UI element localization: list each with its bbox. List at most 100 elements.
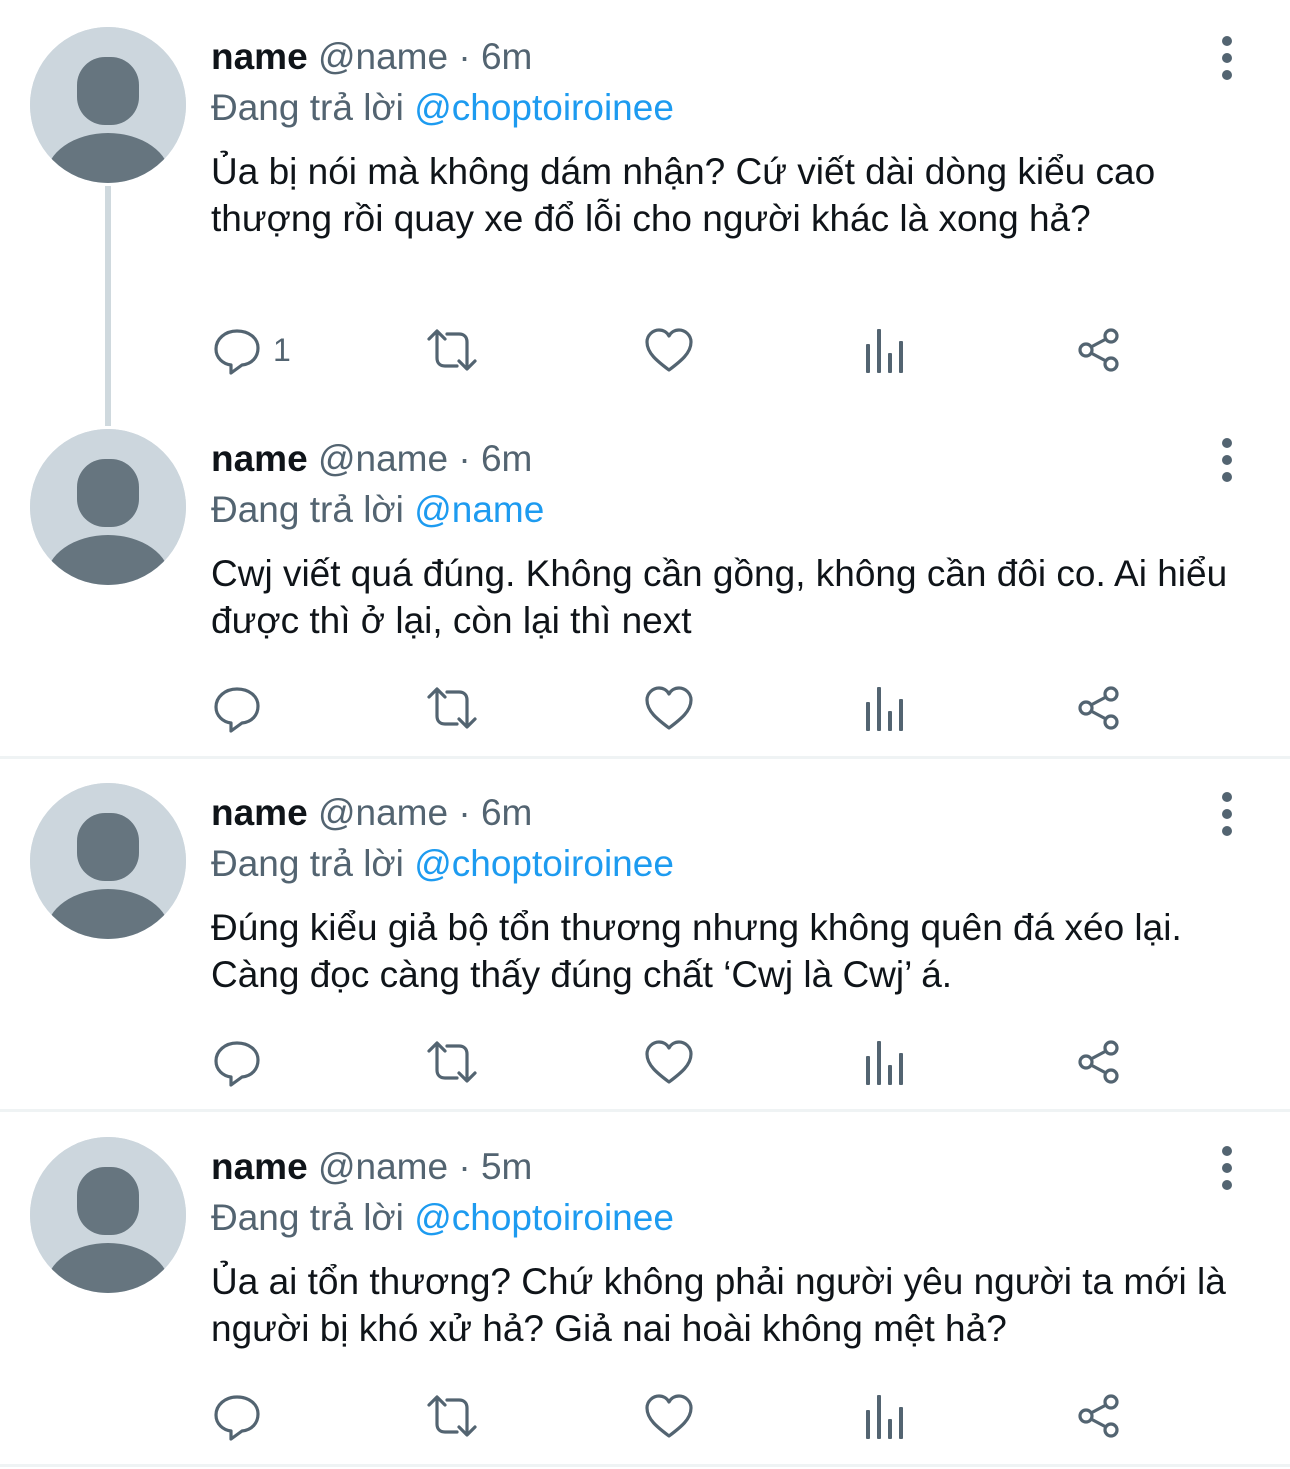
avatar[interactable] [30, 429, 186, 585]
mention-link[interactable]: @choptoiroinee [414, 87, 674, 128]
user-handle[interactable]: @name [318, 36, 448, 77]
replying-prefix: Đang trả lời [211, 1197, 404, 1238]
retweet-button[interactable] [426, 682, 478, 734]
share-icon [1078, 1040, 1119, 1084]
reply-button[interactable]: 1 [211, 324, 291, 376]
replying-to: Đang trả lời @choptoiroinee [211, 83, 674, 133]
more-options-icon[interactable] [1210, 1146, 1244, 1190]
views-icon [866, 687, 903, 731]
reply-icon [214, 687, 260, 733]
default-avatar-icon [30, 27, 186, 183]
replying-to: Đang trả lời @choptoiroinee [211, 839, 674, 889]
tweet-text: Ủa ai tổn thương? Chứ không phải người y… [211, 1261, 1226, 1349]
share-icon [1078, 328, 1119, 372]
display-name[interactable]: name [211, 792, 308, 833]
like-button[interactable] [643, 1036, 695, 1088]
separator-dot: · [458, 36, 471, 77]
share-button[interactable] [1074, 1390, 1126, 1442]
tweet[interactable]: name @name · 6m Đang trả lời @choptoiroi… [0, 783, 1290, 1088]
more-options-icon[interactable] [1210, 792, 1244, 836]
replying-prefix: Đang trả lời [211, 489, 404, 530]
timestamp[interactable]: 6m [481, 438, 532, 479]
like-button[interactable] [643, 1390, 695, 1442]
reply-count: 1 [273, 331, 291, 368]
replying-prefix: Đang trả lời [211, 87, 404, 128]
default-avatar-icon [30, 1137, 186, 1293]
views-icon [866, 1395, 903, 1439]
retweet-icon [427, 1395, 477, 1437]
action-bar: 1 [211, 324, 1211, 376]
display-name[interactable]: name [211, 438, 308, 479]
like-icon [645, 1040, 693, 1084]
tweet[interactable]: name @name · 5m Đang trả lời @choptoiroi… [0, 1137, 1290, 1442]
like-icon [645, 1394, 693, 1438]
avatar[interactable] [30, 27, 186, 183]
retweet-button[interactable] [426, 1390, 478, 1442]
replying-prefix: Đang trả lời [211, 843, 404, 884]
reply-button[interactable] [211, 682, 273, 734]
reply-button[interactable] [211, 1036, 273, 1088]
separator-dot: · [458, 1146, 471, 1187]
tweet-divider [0, 756, 1290, 759]
tweet-text: Cwj viết quá đúng. Không cần gồng, không… [211, 553, 1228, 641]
timestamp[interactable]: 6m [481, 792, 532, 833]
more-options-icon[interactable] [1210, 438, 1244, 482]
tweet-text: Đúng kiểu giả bộ tổn thương nhưng không … [211, 907, 1182, 995]
views-button[interactable] [859, 682, 911, 734]
like-button[interactable] [643, 682, 695, 734]
separator-dot: · [458, 438, 471, 479]
like-icon [645, 328, 693, 372]
like-icon [645, 686, 693, 730]
reply-icon [214, 1041, 260, 1087]
user-handle[interactable]: @name [318, 792, 448, 833]
tweet-text: Ủa bị nói mà không dám nhận? Cứ viết dài… [211, 151, 1156, 239]
display-name[interactable]: name [211, 36, 308, 77]
share-button[interactable] [1074, 682, 1126, 734]
tweet[interactable]: name @name · 6m Đang trả lời @name Cwj v… [0, 429, 1290, 734]
tweet-divider [0, 1109, 1290, 1112]
default-avatar-icon [30, 783, 186, 939]
tweet-divider [0, 1464, 1290, 1467]
timestamp[interactable]: 5m [481, 1146, 532, 1187]
action-bar [211, 682, 1211, 734]
action-bar [211, 1036, 1211, 1088]
replying-to: Đang trả lời @choptoiroinee [211, 1193, 674, 1243]
share-icon [1078, 1394, 1119, 1438]
more-options-icon[interactable] [1210, 36, 1244, 80]
tweet-header: name @name · 6m [211, 434, 532, 484]
reply-icon [214, 329, 260, 375]
display-name[interactable]: name [211, 1146, 308, 1187]
views-button[interactable] [859, 1390, 911, 1442]
tweet-header: name @name · 5m [211, 1142, 532, 1192]
tweet[interactable]: name @name · 6m Đang trả lời @choptoiroi… [0, 27, 1290, 385]
views-icon [866, 329, 903, 373]
user-handle[interactable]: @name [318, 1146, 448, 1187]
user-handle[interactable]: @name [318, 438, 448, 479]
share-button[interactable] [1074, 324, 1126, 376]
retweet-button[interactable] [426, 324, 478, 376]
avatar[interactable] [30, 783, 186, 939]
default-avatar-icon [30, 429, 186, 585]
mention-link[interactable]: @choptoiroinee [414, 843, 674, 884]
mention-link[interactable]: @name [414, 489, 544, 530]
avatar[interactable] [30, 1137, 186, 1293]
retweet-icon [427, 329, 477, 371]
reply-icon [214, 1395, 260, 1441]
share-button[interactable] [1074, 1036, 1126, 1088]
timestamp[interactable]: 6m [481, 36, 532, 77]
separator-dot: · [458, 792, 471, 833]
reply-button[interactable] [211, 1390, 273, 1442]
views-button[interactable] [859, 324, 911, 376]
mention-link[interactable]: @choptoiroinee [414, 1197, 674, 1238]
like-button[interactable] [643, 324, 695, 376]
share-icon [1078, 686, 1119, 730]
replying-to: Đang trả lời @name [211, 485, 544, 535]
views-icon [866, 1041, 903, 1085]
tweet-header: name @name · 6m [211, 32, 532, 82]
retweet-icon [427, 687, 477, 729]
tweet-header: name @name · 6m [211, 788, 532, 838]
retweet-button[interactable] [426, 1036, 478, 1088]
views-button[interactable] [859, 1036, 911, 1088]
action-bar [211, 1390, 1211, 1442]
retweet-icon [427, 1041, 477, 1083]
